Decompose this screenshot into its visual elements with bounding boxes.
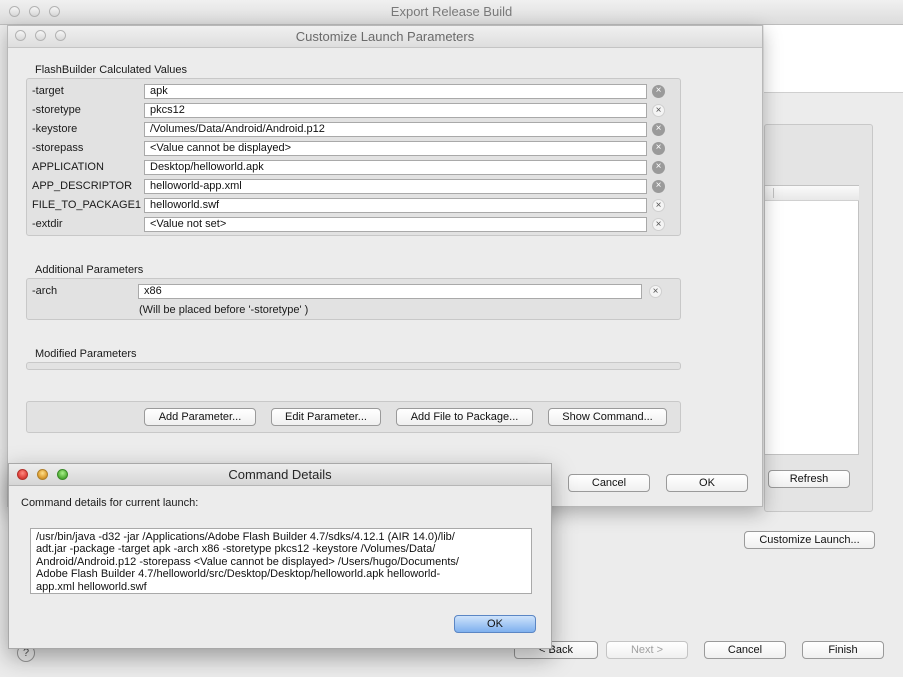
refresh-button[interactable]: Refresh	[768, 470, 850, 488]
calculated-param-value-field[interactable]: helloworld.swf	[144, 198, 647, 213]
calculated-param-name: FILE_TO_PACKAGE1	[32, 199, 142, 211]
additional-param-note: (Will be placed before '-storetype' )	[139, 304, 309, 316]
calculated-param-row: -storetype pkcs12 ×	[27, 103, 677, 119]
clear-value-icon[interactable]: ×	[652, 104, 665, 117]
export-list-header-divider	[773, 188, 774, 198]
command-text-area[interactable]: /usr/bin/java -d32 -jar /Applications/Ad…	[30, 528, 532, 594]
command-zoom-light[interactable]	[57, 469, 68, 480]
clear-value-icon[interactable]: ×	[652, 199, 665, 212]
calculated-param-name: -target	[32, 85, 64, 97]
calculated-param-value-field[interactable]: <Value not set>	[144, 217, 647, 232]
export-header-strip	[764, 25, 903, 93]
command-text-line: Android/Android.p12 -storepass <Value ca…	[36, 555, 459, 568]
clear-value-icon[interactable]: ×	[652, 218, 665, 231]
clear-value-icon[interactable]: ×	[652, 85, 665, 98]
calculated-param-value-field[interactable]: /Volumes/Data/Android/Android.p12	[144, 122, 647, 137]
export-minimize-light[interactable]	[29, 6, 40, 17]
calculated-param-name: APPLICATION	[32, 161, 104, 173]
calculated-param-row: FILE_TO_PACKAGE1 helloworld.swf ×	[27, 198, 677, 214]
export-window-titlebar: Export Release Build	[0, 0, 903, 25]
additional-param-name: -arch	[32, 285, 58, 297]
customize-launch-dialog: Customize Launch Parameters FlashBuilder…	[7, 25, 763, 507]
calculated-param-name: -keystore	[32, 123, 78, 135]
calculated-param-value-field[interactable]: helloworld-app.xml	[144, 179, 647, 194]
export-cancel-button[interactable]: Cancel	[704, 641, 786, 659]
customize-dialog-title: Customize Launch Parameters	[295, 29, 475, 44]
finish-button[interactable]: Finish	[802, 641, 884, 659]
add-file-to-package-button[interactable]: Add File to Package...	[396, 408, 533, 426]
customize-cancel-button[interactable]: Cancel	[568, 474, 650, 492]
export-list-box	[764, 185, 859, 455]
modified-section-title: Modified Parameters	[35, 348, 137, 360]
customize-close-light[interactable]	[15, 30, 26, 41]
command-close-light[interactable]	[17, 469, 28, 480]
calculated-param-row: APP_DESCRIPTOR helloworld-app.xml ×	[27, 179, 677, 195]
export-zoom-light[interactable]	[49, 6, 60, 17]
parameter-buttons-group: Add Parameter... Edit Parameter... Add F…	[26, 401, 681, 433]
command-text-line: adt.jar -package -target apk -arch x86 -…	[36, 543, 436, 556]
calculated-values-group: -target apk × -storetype pkcs12 × -keystore/Vo…	[26, 78, 681, 236]
additional-param-clear-icon[interactable]: ×	[649, 285, 662, 298]
customize-launch-button[interactable]: Customize Launch...	[744, 531, 875, 549]
additional-section-title: Additional Parameters	[35, 264, 144, 276]
command-text-line: /usr/bin/java -d32 -jar /Applications/Ad…	[36, 531, 455, 543]
calculated-param-row: APPLICATION Desktop/helloworld.apk ×	[27, 160, 677, 176]
command-text-line: app.xml helloworld.swf	[36, 580, 147, 593]
calculated-param-name: -extdir	[32, 218, 63, 230]
calculated-param-row: -target apk ×	[27, 84, 677, 100]
additional-params-group: -arch x86 × (Will be placed before '-sto…	[26, 278, 681, 320]
command-intro-label: Command details for current launch:	[21, 497, 199, 509]
show-command-button[interactable]: Show Command...	[548, 408, 667, 426]
clear-value-icon[interactable]: ×	[652, 123, 665, 136]
next-button[interactable]: Next >	[606, 641, 688, 659]
clear-value-icon[interactable]: ×	[652, 180, 665, 193]
customize-zoom-light[interactable]	[55, 30, 66, 41]
clear-value-icon[interactable]: ×	[652, 142, 665, 155]
modified-params-group	[26, 362, 681, 370]
calculated-section-title: FlashBuilder Calculated Values	[35, 64, 188, 76]
export-list-header	[765, 186, 859, 201]
calculated-param-row: -keystore/Volumes/Data/Android/Android.p…	[27, 122, 677, 138]
additional-param-value-field[interactable]: x86	[138, 284, 642, 299]
calculated-param-name: -storetype	[32, 104, 81, 116]
command-minimize-light[interactable]	[37, 469, 48, 480]
calculated-param-value-field[interactable]: Desktop/helloworld.apk	[144, 160, 647, 175]
export-close-light[interactable]	[9, 6, 20, 17]
calculated-param-row: -extdir <Value not set> ×	[27, 217, 677, 233]
calculated-param-name: APP_DESCRIPTOR	[32, 180, 133, 192]
add-parameter-button[interactable]: Add Parameter...	[144, 408, 256, 426]
command-text-line: Adobe Flash Builder 4.7/helloworld/src/D…	[36, 568, 441, 581]
calculated-param-value-field[interactable]: apk	[144, 84, 647, 99]
clear-value-icon[interactable]: ×	[652, 161, 665, 174]
command-details-dialog: Command Details Command details for curr…	[8, 463, 552, 649]
customize-dialog-titlebar: Customize Launch Parameters	[8, 26, 762, 48]
command-dialog-titlebar: Command Details	[9, 464, 551, 486]
calculated-param-value-field[interactable]: pkcs12	[144, 103, 647, 118]
calculated-param-value-field[interactable]: <Value cannot be displayed>	[144, 141, 647, 156]
calculated-param-name: -storepass	[32, 142, 84, 154]
customize-minimize-light[interactable]	[35, 30, 46, 41]
command-dialog-title: Command Details	[228, 467, 332, 482]
export-window-title: Export Release Build	[390, 4, 513, 19]
customize-ok-button[interactable]: OK	[666, 474, 748, 492]
edit-parameter-button[interactable]: Edit Parameter...	[271, 408, 381, 426]
command-ok-button[interactable]: OK	[454, 615, 536, 633]
calculated-param-row: -storepass <Value cannot be displayed> ×	[27, 141, 677, 157]
